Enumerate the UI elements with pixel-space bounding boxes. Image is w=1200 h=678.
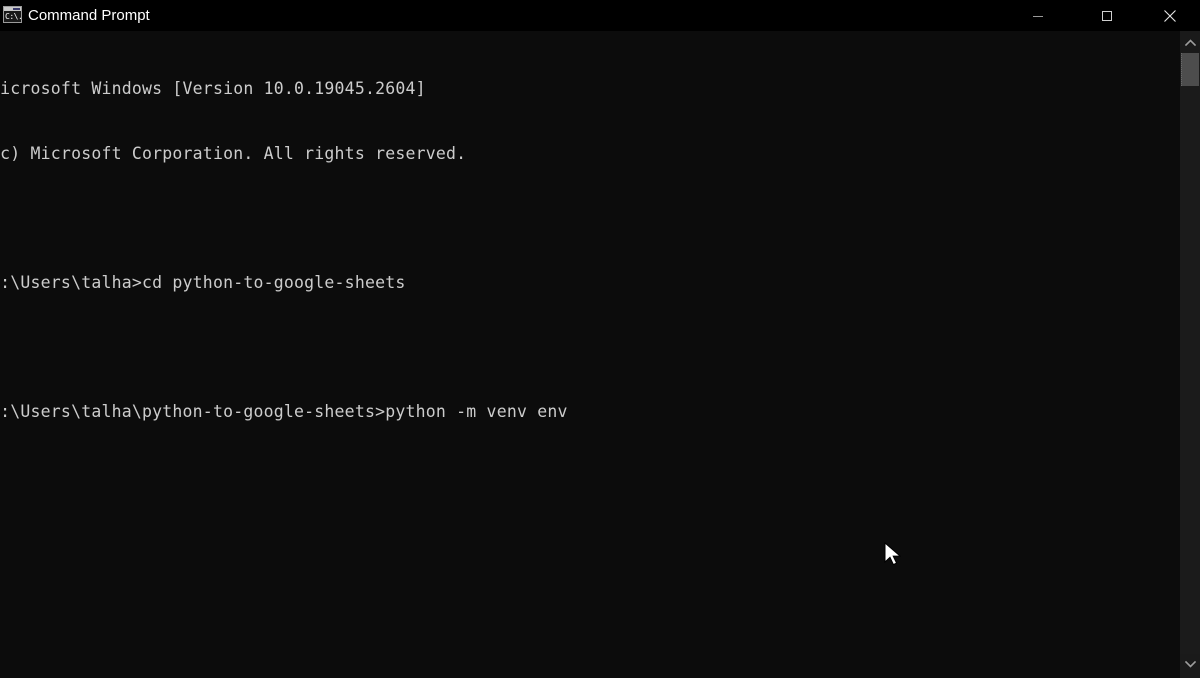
terminal-line: C:\Users\talha>cd python-to-google-sheet… [0,272,406,292]
vertical-scrollbar[interactable] [1180,31,1200,678]
terminal-line: Microsoft Windows [Version 10.0.19045.26… [0,79,426,98]
scroll-up-button[interactable] [1180,33,1200,53]
window-title: Command Prompt [28,7,150,24]
terminal-output-area[interactable]: Microsoft Windows [Version 10.0.19045.26… [0,31,1180,678]
scroll-down-button[interactable] [1180,654,1200,674]
minimize-icon [1033,15,1043,17]
terminal-line: (c) Microsoft Corporation. All rights re… [0,143,467,163]
terminal-text: Microsoft Windows [Version 10.0.19045.26… [0,35,568,465]
close-icon [1164,9,1176,22]
chevron-up-icon [1184,39,1196,47]
minimize-button[interactable] [1015,0,1061,31]
maximize-icon [1102,10,1112,21]
title-bar[interactable]: C:\. Command Prompt [0,0,1200,31]
scrollbar-thumb[interactable] [1181,53,1199,86]
cmd-prompt-icon: C:\. [3,6,22,23]
close-button[interactable] [1147,0,1193,31]
chevron-down-icon [1184,660,1196,668]
cmd-icon-glyph: C:\. [5,12,22,21]
command-prompt-window: C:\. Command Prompt Microsoft Windows [V… [0,0,1200,678]
terminal-line: C:\Users\talha\python-to-google-sheets>p… [0,401,568,421]
scrollbar-track[interactable] [1180,53,1200,654]
maximize-button[interactable] [1084,0,1130,31]
